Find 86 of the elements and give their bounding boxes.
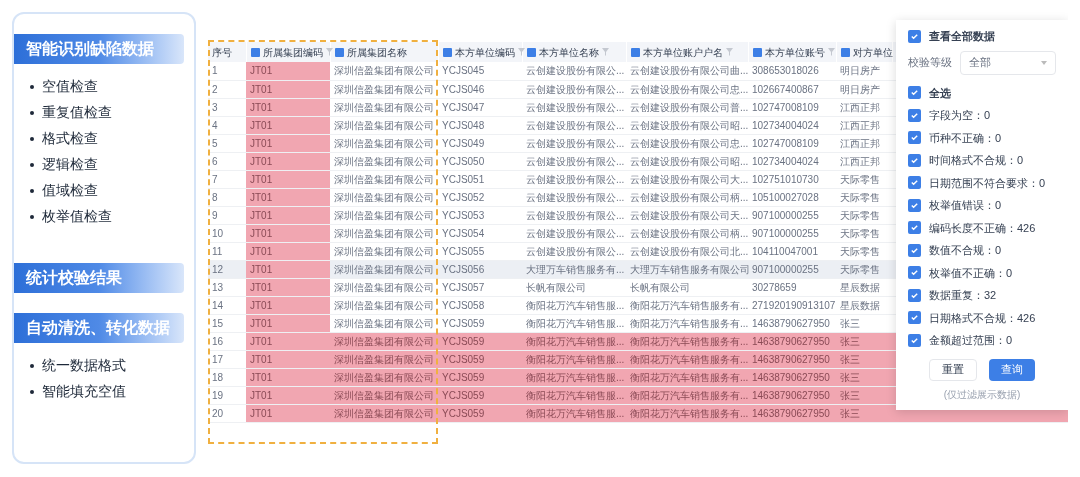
checkbox[interactable] [908, 288, 921, 302]
check-icon [910, 178, 919, 188]
check-icon [910, 133, 919, 143]
check-icon [910, 245, 919, 255]
checkbox[interactable] [908, 198, 921, 212]
checkbox-label: 数值不合规：0 [929, 243, 1002, 258]
checkbox[interactable] [908, 311, 921, 325]
text-type-icon [442, 47, 452, 57]
bullet-icon [30, 389, 34, 394]
bullet-icon [30, 84, 34, 89]
check-icon [910, 335, 919, 345]
text-type-icon [752, 47, 762, 57]
check-icon [910, 31, 919, 41]
filter-note: (仅过滤展示数据) [942, 387, 1022, 402]
header-label: 本方单位名称 [538, 45, 599, 60]
table-cell: JT01 [246, 62, 330, 80]
checkbox-label: 字段为空：0 [929, 108, 991, 123]
text-type-icon [526, 47, 536, 57]
bullet-icon [30, 136, 34, 141]
feature-item: 枚举值检查 [42, 207, 112, 226]
header-label: 本方单位账户户名 [642, 45, 723, 60]
header-label: 对方单位 [852, 45, 893, 60]
check-icon [910, 290, 919, 300]
checkbox[interactable] [908, 86, 921, 100]
checkbox[interactable] [908, 153, 921, 167]
checkbox-label: 全选 [929, 85, 951, 101]
checkbox-label: 枚举值错误：0 [929, 198, 1002, 213]
check-icon [910, 155, 919, 165]
feature-item: 重复值检查 [42, 103, 112, 122]
reset-button[interactable]: 重置 [929, 358, 977, 381]
bullet-icon [30, 162, 34, 167]
header-label: 所属集团名称 [346, 45, 407, 60]
checkbox-label: 币种不正确：0 [929, 130, 1002, 146]
table-cell: 明日房产 [836, 62, 892, 80]
checkbox[interactable] [908, 266, 921, 280]
check-icon [910, 200, 919, 210]
checkbox[interactable] [908, 108, 921, 122]
checkbox-label: 时间格式不合规：0 [929, 153, 1024, 168]
feature-item: 空值检查 [42, 77, 98, 96]
checkbox-label: 日期范围不符合要求：0 [929, 175, 1046, 191]
checkbox[interactable] [908, 243, 921, 257]
table-cell: 云创建设股份有限公司曲... [626, 62, 748, 80]
feature-item: 智能填充空值 [42, 382, 126, 401]
bullet-icon [30, 214, 34, 219]
header-label: 本方单位账号 [764, 45, 825, 60]
bullet-icon [30, 110, 34, 115]
section-banner: 智能识别缺陷数据 [14, 34, 184, 64]
field-label: 校验等级 [908, 55, 952, 71]
checkbox-label: 金额超过范围：0 [929, 333, 1013, 348]
header-label: 本方单位编码 [454, 45, 515, 60]
checkbox[interactable] [908, 221, 921, 235]
feature-item: 统一数据格式 [42, 356, 126, 375]
section-banner: 统计校验结果 [14, 263, 184, 293]
checkbox[interactable] [908, 131, 921, 145]
checkbox-label: 编码长度不正确：426 [929, 220, 1036, 236]
table-cell: 云创建设股份有限公... [522, 62, 626, 80]
caret-icon [1041, 60, 1047, 65]
checkbox[interactable] [908, 176, 921, 190]
check-icon [910, 110, 919, 120]
check-icon [910, 313, 919, 323]
checkbox[interactable] [908, 29, 921, 43]
bullet-icon [30, 188, 34, 193]
query-button[interactable]: 查询 [989, 358, 1035, 381]
feature-item: 值域检查 [42, 181, 98, 200]
feature-item: 逻辑检查 [42, 155, 98, 174]
table-cell: 深圳信盈集团有限公司 [330, 62, 438, 80]
text-type-icon [840, 47, 850, 57]
text-type-icon [334, 47, 344, 57]
section-banner: 自动清洗、转化数据 [14, 313, 184, 343]
header-label: 序号 [212, 45, 232, 60]
check-icon [910, 268, 919, 278]
text-type-icon [630, 47, 640, 57]
text-type-icon [250, 47, 260, 57]
checkbox-label: 数据重复：32 [929, 288, 997, 303]
bullet-icon [30, 363, 34, 368]
check-icon [910, 88, 919, 98]
check-icon [910, 223, 919, 233]
table-cell: 308653018026 [748, 62, 836, 80]
table-cell: YCJS045 [438, 62, 522, 80]
checkbox-label: 日期格式不合规：426 [929, 310, 1036, 326]
level-select[interactable]: 全部 [960, 50, 1056, 75]
checkbox-label: 查看全部数据 [929, 29, 995, 44]
checkbox[interactable] [908, 333, 921, 347]
checkbox-label: 枚举值不正确：0 [929, 265, 1013, 281]
feature-item: 格式检查 [42, 129, 98, 148]
header-label: 所属集团编码 [262, 45, 323, 60]
